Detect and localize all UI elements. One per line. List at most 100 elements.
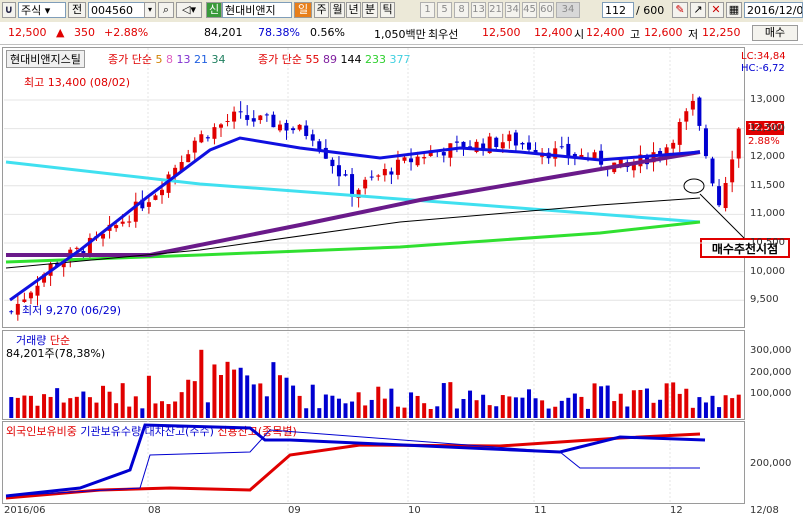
volume-bar (140, 408, 145, 418)
volume-bar (74, 396, 79, 418)
volume-bar (579, 396, 584, 418)
volume-bar (382, 398, 387, 418)
volume-bar (35, 405, 40, 418)
volume-bar (179, 392, 184, 418)
volume-bar (55, 388, 60, 418)
volume-bar (343, 403, 348, 418)
candle-body (363, 179, 368, 189)
price-tick-1: 12,500 (750, 122, 785, 134)
volume-bar (671, 382, 676, 418)
candle-body (717, 186, 722, 206)
price-tick-4: 11,000 (750, 208, 785, 220)
volume-bar (107, 391, 112, 418)
candle-body (710, 158, 715, 184)
volume-bar (9, 397, 14, 418)
volume-bar (481, 394, 486, 418)
volume-bar (42, 394, 47, 418)
volume-bar (186, 379, 191, 418)
candle-body (238, 111, 243, 113)
volume-bar (487, 405, 492, 418)
candle-body (415, 156, 420, 166)
volume-bar (409, 392, 414, 418)
volume-bar (101, 385, 106, 418)
price-tick-7: 9,500 (750, 294, 779, 306)
candle-body (409, 158, 414, 163)
candle-body (9, 311, 14, 313)
volume-bar (48, 396, 53, 418)
candle-body (389, 171, 394, 175)
candle-body (160, 189, 165, 196)
volume-bar (363, 405, 368, 418)
volume-bar (415, 395, 420, 418)
x-tick-1: 08 (148, 505, 161, 516)
candle-body (264, 114, 269, 116)
volume-bar (323, 394, 328, 418)
volume-bar (651, 402, 656, 418)
volume-bar (87, 397, 92, 418)
candle-body (120, 221, 125, 224)
price-tick-0: 13,000 (750, 94, 785, 105)
volume-bar (461, 398, 466, 418)
volume-bar (205, 402, 210, 418)
volume-bar (389, 388, 394, 418)
volume-bar (441, 383, 446, 418)
volume-bar (559, 400, 564, 418)
volume-bar (114, 403, 119, 418)
volume-bar (232, 369, 237, 418)
candle-body (369, 176, 374, 178)
candle-body (697, 97, 702, 126)
candle-body (507, 134, 512, 142)
volume-bar (356, 392, 361, 418)
candle-body (192, 140, 197, 153)
candle-body (631, 164, 636, 171)
signal-arrow (699, 193, 745, 239)
candle-body (402, 157, 407, 161)
volume-bar (28, 395, 33, 418)
chart-canvas (4, 48, 745, 504)
candle-body (494, 137, 499, 147)
candle-body (736, 128, 741, 159)
volume-bar (546, 408, 551, 418)
candle-body (251, 118, 256, 122)
volume-bar (251, 384, 256, 418)
volume-bar (625, 406, 630, 418)
candle-body (22, 299, 27, 302)
candle-body (146, 202, 151, 207)
candle-body (441, 152, 446, 156)
candle-body (127, 221, 132, 223)
volume-bar (133, 396, 138, 418)
volume-bar (225, 361, 230, 418)
volume-bar (520, 397, 525, 418)
price-tick-5: 10,500 (750, 237, 785, 248)
volume-bar (422, 403, 427, 418)
candle-body (566, 143, 571, 156)
volume-bar (160, 401, 165, 418)
price-tick-6: 10,000 (750, 265, 785, 277)
volume-bar (284, 377, 289, 418)
volume-bar (291, 385, 296, 418)
volume-bar (605, 385, 610, 418)
volume-bar (402, 407, 407, 418)
volume-bar (310, 384, 315, 418)
candle-body (15, 303, 20, 315)
candle-body (513, 132, 518, 146)
volume-bar (127, 406, 132, 418)
candle-body (225, 120, 230, 122)
candle-body (677, 122, 682, 145)
volume-bar (245, 375, 250, 418)
candle-body (310, 134, 315, 141)
candle-body (232, 111, 237, 122)
volume-bar (317, 408, 322, 418)
candle-body (350, 174, 355, 197)
volume-bar (730, 398, 735, 418)
volume-bar (599, 386, 604, 418)
volume-bar (494, 406, 499, 418)
volume-bar (710, 395, 715, 418)
candle-body (395, 159, 400, 175)
volume-bar (199, 349, 204, 418)
volume-bar (330, 395, 335, 418)
volume-bar (638, 389, 643, 418)
volume-bar (658, 399, 663, 418)
candle-body (592, 152, 597, 159)
candle-body (114, 225, 119, 229)
